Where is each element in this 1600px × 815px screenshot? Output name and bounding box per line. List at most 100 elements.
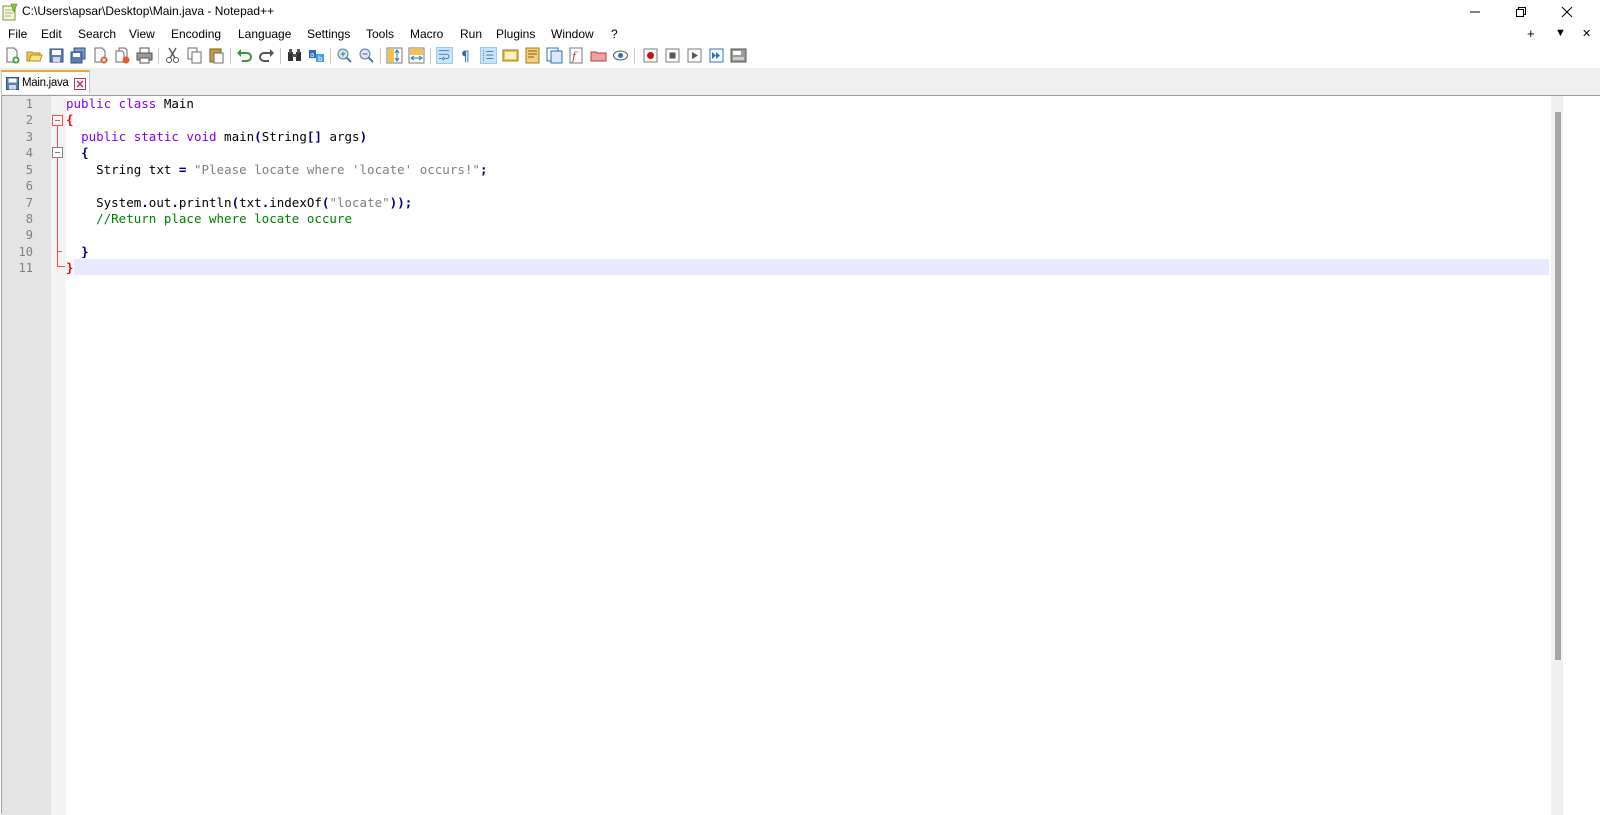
fold-end-marker [57, 251, 62, 252]
menu-search[interactable]: Search [78, 27, 116, 41]
zoom-out-icon[interactable] [358, 47, 375, 64]
saved-file-icon [6, 77, 19, 90]
sync-vertical-icon[interactable] [386, 47, 403, 64]
minimize-button[interactable] [1452, 0, 1498, 24]
menu-edit[interactable]: Edit [41, 27, 62, 41]
line-number: 4 [25, 146, 33, 160]
fold-end-marker [57, 266, 65, 267]
restore-icon [1516, 7, 1526, 17]
minimize-icon [1470, 11, 1480, 13]
svg-text:a: a [310, 51, 314, 59]
current-line-highlight [74, 259, 1549, 275]
function-list-icon[interactable]: f [568, 47, 585, 64]
toolbar-separator [380, 48, 381, 64]
menu-encoding[interactable]: Encoding [171, 27, 221, 41]
toolbar-separator [280, 48, 281, 64]
toolbar-separator [158, 48, 159, 64]
toolbar-separator [634, 48, 635, 64]
line-number: 8 [25, 212, 33, 226]
add-tab-button[interactable]: + [1527, 26, 1535, 41]
indent-guide-icon[interactable] [480, 47, 497, 64]
menu-help[interactable]: ? [611, 27, 618, 41]
word-wrap-icon[interactable] [436, 47, 453, 64]
menu-file[interactable]: File [8, 27, 27, 41]
code-line-11: } [66, 260, 74, 275]
tab-label: Main.java [22, 77, 69, 89]
line-number: 1 [25, 97, 33, 111]
menu-view[interactable]: View [129, 27, 155, 41]
tab-list-button[interactable]: ▼ [1555, 27, 1566, 39]
copy-icon[interactable] [186, 47, 203, 64]
paste-icon[interactable] [208, 47, 225, 64]
code-line-5: String txt = "Please locate where 'locat… [96, 162, 488, 177]
scrollbar-thumb[interactable] [1555, 112, 1561, 660]
menu-bar: File Edit Search View Encoding Language … [0, 24, 1600, 44]
find-icon[interactable] [286, 47, 303, 64]
save-icon[interactable] [48, 47, 65, 64]
code-line-4: { [81, 145, 89, 160]
show-all-characters-icon[interactable]: ¶ [458, 47, 475, 64]
notepadpp-icon [2, 3, 18, 21]
menu-window[interactable]: Window [551, 27, 594, 41]
zoom-in-icon[interactable] [336, 47, 353, 64]
fold-margin [51, 96, 66, 815]
svg-text:¶: ¶ [461, 49, 470, 64]
line-number: 11 [18, 261, 33, 275]
code-line-8: //Return place where locate occure [96, 211, 352, 226]
play-macro-icon[interactable] [686, 47, 703, 64]
line-number: 9 [25, 228, 33, 242]
svg-text:b: b [318, 55, 323, 63]
line-number: 5 [25, 163, 33, 177]
tab-main-java[interactable]: Main.java [1, 70, 90, 94]
toolbar: ab ¶ f [0, 44, 1600, 69]
stop-macro-icon[interactable] [664, 47, 681, 64]
line-number: 7 [25, 196, 33, 210]
toolbar-separator [430, 48, 431, 64]
sync-horizontal-icon[interactable] [408, 47, 425, 64]
close-file-icon[interactable] [92, 47, 109, 64]
document-list-icon[interactable] [546, 47, 563, 64]
vertical-scrollbar[interactable] [1551, 96, 1563, 815]
code-line-3: public static void main(String[] args) [81, 129, 368, 144]
close-icon[interactable] [74, 78, 86, 90]
record-macro-icon[interactable] [642, 47, 659, 64]
line-number: 3 [25, 130, 33, 144]
redo-icon[interactable] [258, 47, 275, 64]
toolbar-separator [330, 48, 331, 64]
menu-tools[interactable]: Tools [366, 27, 394, 41]
menu-run[interactable]: Run [460, 27, 482, 41]
document-map-icon[interactable] [524, 47, 541, 64]
code-line-10: } [81, 244, 89, 259]
restore-button[interactable] [1498, 0, 1544, 24]
menu-settings[interactable]: Settings [307, 27, 350, 41]
line-number: 2 [25, 113, 33, 127]
close-all-icon[interactable] [114, 47, 131, 64]
run-macro-multiple-icon[interactable] [708, 47, 725, 64]
title-bar: C:\Users\apsar\Desktop\Main.java - Notep… [0, 0, 1600, 24]
replace-icon[interactable]: ab [308, 47, 325, 64]
save-all-icon[interactable] [70, 47, 87, 64]
line-number: 6 [25, 179, 33, 193]
monitoring-icon[interactable] [612, 47, 629, 64]
menu-language[interactable]: Language [238, 27, 291, 41]
save-macro-icon[interactable] [730, 47, 747, 64]
close-icon [1561, 6, 1573, 18]
menu-macro[interactable]: Macro [410, 27, 443, 41]
folder-as-workspace-icon[interactable] [590, 47, 607, 64]
code-line-7: System.out.println(txt.indexOf("locate")… [96, 195, 413, 210]
user-language-icon[interactable] [502, 47, 519, 64]
new-file-icon[interactable] [4, 47, 21, 64]
code-line-1: public class Main [66, 96, 194, 111]
code-line-2: { [66, 112, 74, 127]
close-tab-button[interactable]: ✕ [1582, 27, 1591, 40]
fold-toggle-method[interactable] [52, 147, 63, 158]
open-file-icon[interactable] [26, 47, 43, 64]
undo-icon[interactable] [236, 47, 253, 64]
menu-plugins[interactable]: Plugins [496, 27, 535, 41]
cut-icon[interactable] [164, 47, 181, 64]
fold-toggle-class[interactable] [52, 115, 63, 126]
code-editor[interactable]: 1 2 3 4 5 6 7 8 9 10 11 public class Mai… [1, 95, 1600, 815]
line-number-margin: 1 2 3 4 5 6 7 8 9 10 11 [2, 96, 51, 815]
print-icon[interactable] [136, 47, 153, 64]
close-window-button[interactable] [1544, 0, 1590, 24]
